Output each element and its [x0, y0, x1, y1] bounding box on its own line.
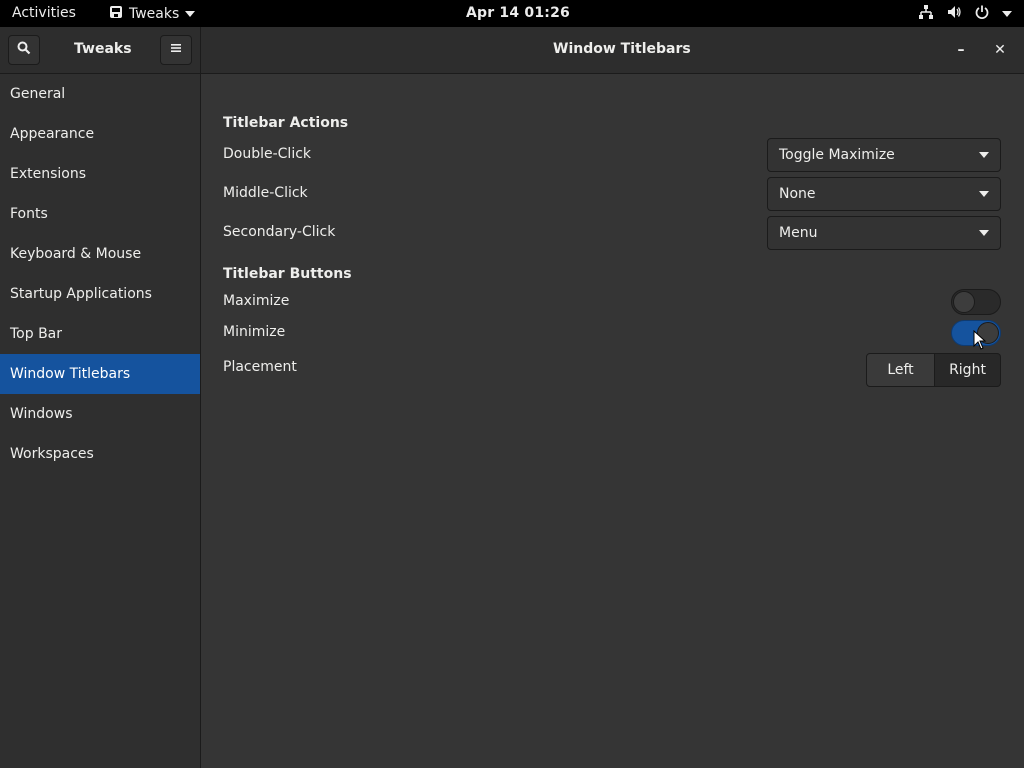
placement-left-button[interactable]: Left — [866, 353, 935, 387]
double-click-label: Double-Click — [223, 146, 312, 162]
app-icon — [109, 5, 123, 23]
header-bar: Tweaks Window Titlebars – ✕ — [0, 27, 1024, 74]
system-tray[interactable] — [918, 4, 1012, 24]
sidebar-item-startup-applications[interactable]: Startup Applications — [0, 274, 200, 314]
secondary-click-value: Menu — [779, 225, 818, 241]
sidebar-item-windows[interactable]: Windows — [0, 394, 200, 434]
minimize-label: Minimize — [223, 324, 286, 340]
clock[interactable]: Apr 14 01:26 — [466, 5, 570, 21]
double-click-dropdown[interactable]: Toggle Maximize — [767, 138, 1001, 172]
section-title-titlebar-actions: Titlebar Actions — [223, 115, 349, 131]
menu-button[interactable] — [160, 35, 192, 65]
sidebar-item-window-titlebars[interactable]: Window Titlebars — [0, 354, 200, 394]
middle-click-label: Middle-Click — [223, 185, 308, 201]
sidebar-item-appearance[interactable]: Appearance — [0, 114, 200, 154]
sidebar-item-keyboard-mouse[interactable]: Keyboard & Mouse — [0, 234, 200, 274]
switch-knob — [953, 291, 975, 313]
main-content: Titlebar Actions Double-Click Toggle Max… — [201, 74, 1024, 768]
sidebar-item-top-bar[interactable]: Top Bar — [0, 314, 200, 354]
maximize-switch[interactable] — [951, 289, 1001, 315]
placement-right-button[interactable]: Right — [935, 353, 1001, 387]
maximize-label: Maximize — [223, 293, 290, 309]
close-icon: ✕ — [994, 42, 1006, 58]
mouse-pointer-icon — [973, 329, 987, 354]
app-menu-button[interactable]: Tweaks — [109, 5, 196, 23]
placement-toggle-group: Left Right — [866, 353, 1001, 387]
activities-button[interactable]: Activities — [12, 5, 76, 21]
page-title: Window Titlebars — [553, 41, 691, 57]
gnome-top-bar: Activities Tweaks Apr 14 01:26 — [0, 0, 1024, 27]
sidebar-item-workspaces[interactable]: Workspaces — [0, 434, 200, 474]
sidebar: General Appearance Extensions Fonts Keyb… — [0, 74, 201, 768]
sidebar-item-general[interactable]: General — [0, 74, 200, 114]
chevron-down-icon — [979, 230, 989, 236]
hamburger-menu-icon — [170, 42, 182, 58]
search-button[interactable] — [8, 35, 40, 65]
chevron-down-icon — [979, 152, 989, 158]
chevron-down-icon — [1002, 11, 1012, 17]
minimize-window-button[interactable]: – — [950, 39, 972, 61]
chevron-down-icon — [979, 191, 989, 197]
sidebar-item-extensions[interactable]: Extensions — [0, 154, 200, 194]
header-divider — [200, 27, 201, 73]
sidebar-item-fonts[interactable]: Fonts — [0, 194, 200, 234]
volume-icon — [946, 4, 962, 24]
middle-click-value: None — [779, 186, 816, 202]
section-title-titlebar-buttons: Titlebar Buttons — [223, 266, 352, 282]
middle-click-dropdown[interactable]: None — [767, 177, 1001, 211]
secondary-click-label: Secondary-Click — [223, 224, 336, 240]
minimize-icon: – — [957, 42, 965, 58]
placement-label: Placement — [223, 359, 297, 375]
chevron-down-icon — [185, 11, 196, 17]
secondary-click-dropdown[interactable]: Menu — [767, 216, 1001, 250]
double-click-value: Toggle Maximize — [779, 147, 895, 163]
power-icon — [974, 4, 990, 24]
search-icon — [17, 41, 31, 59]
network-icon — [918, 4, 934, 24]
app-menu-label: Tweaks — [129, 6, 180, 22]
close-window-button[interactable]: ✕ — [989, 39, 1011, 61]
app-title: Tweaks — [74, 41, 132, 57]
